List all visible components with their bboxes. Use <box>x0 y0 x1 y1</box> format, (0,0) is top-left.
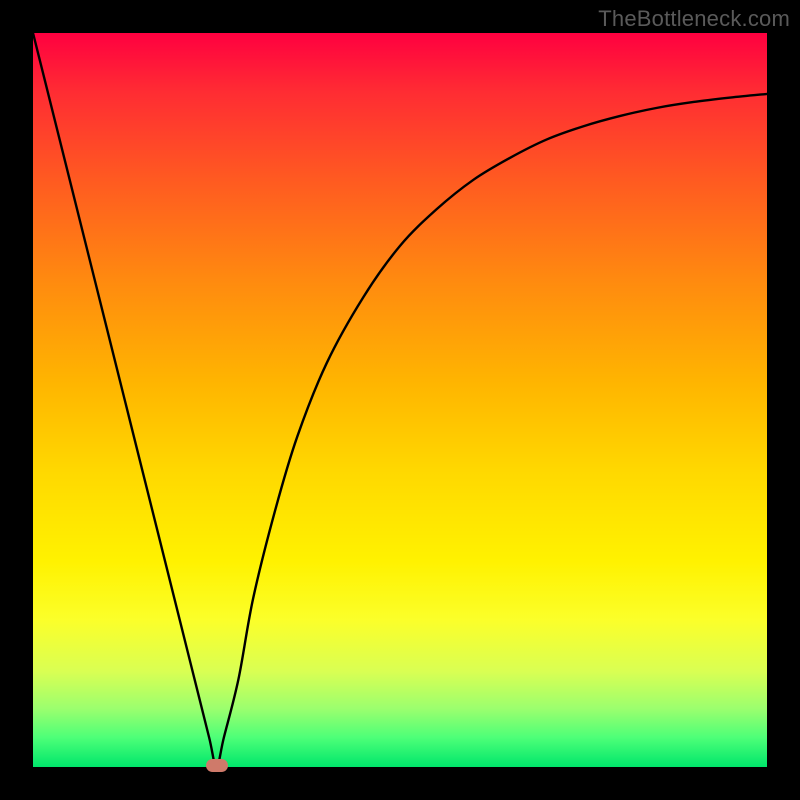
watermark-text: TheBottleneck.com <box>598 6 790 32</box>
bottleneck-curve <box>33 33 767 767</box>
optimal-marker <box>206 759 228 772</box>
plot-area <box>33 33 767 767</box>
chart-frame: TheBottleneck.com <box>0 0 800 800</box>
